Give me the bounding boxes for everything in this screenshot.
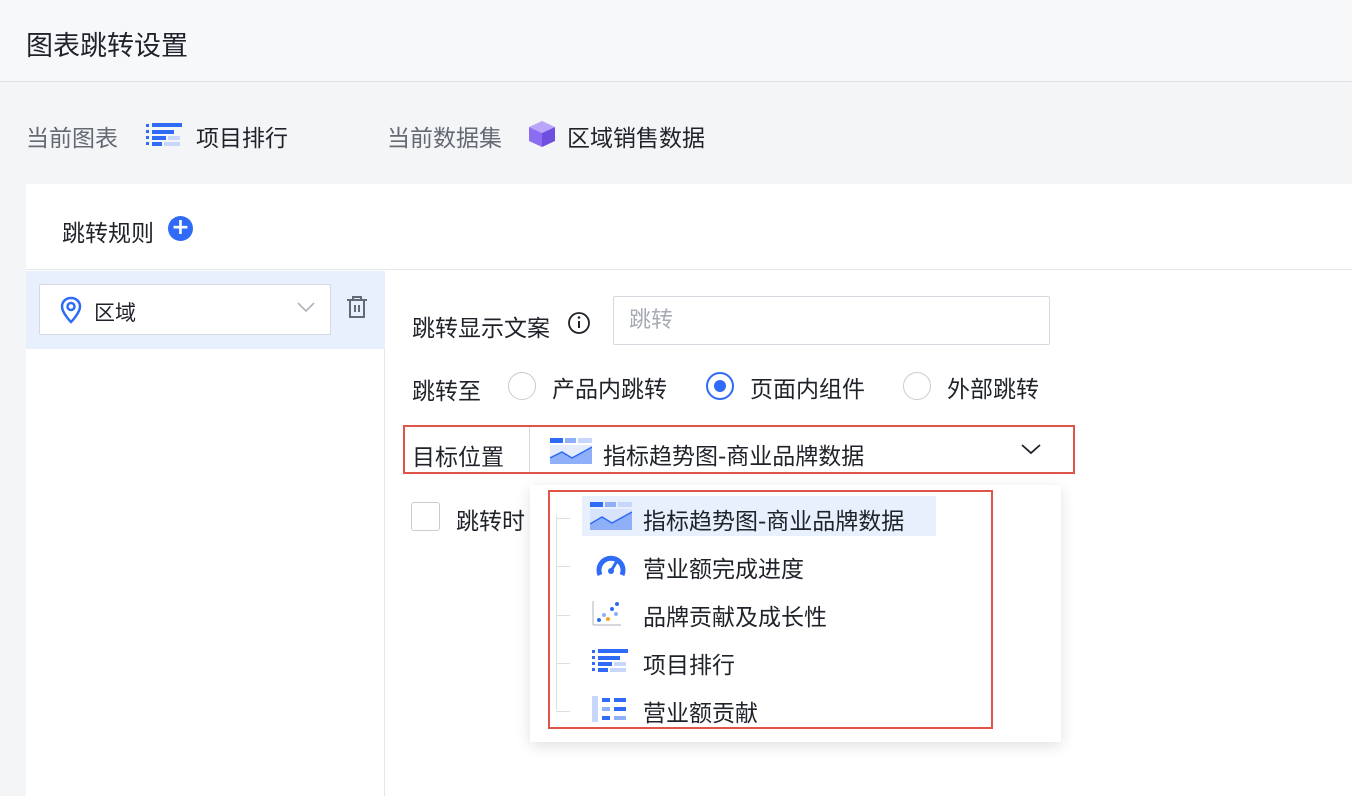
field-select-value: 区域 — [94, 301, 136, 325]
rules-panel: 跳转规则 + 区域 跳转显示文案 跳转 跳转至 产品内跳转 页面内组件 外部跳转… — [26, 184, 1352, 796]
location-pin-icon — [60, 296, 82, 324]
target-row-highlight — [403, 425, 1075, 474]
radio-in-page[interactable] — [706, 372, 734, 400]
current-dataset-label: 当前数据集 — [387, 126, 502, 152]
radio-label-in-page: 页面内组件 — [750, 377, 865, 403]
radio-in-product[interactable] — [508, 372, 536, 400]
radio-external[interactable] — [903, 372, 931, 400]
rules-title: 跳转规则 — [62, 221, 154, 247]
dropdown-highlight — [548, 490, 993, 729]
jump-checkbox[interactable] — [411, 502, 440, 531]
page-title: 图表跳转设置 — [26, 31, 188, 62]
radio-label-external: 外部跳转 — [947, 377, 1039, 403]
dataset-cube-icon — [529, 121, 555, 147]
chevron-down-icon — [297, 302, 315, 313]
bar-list-icon — [146, 123, 182, 146]
field-select[interactable]: 区域 — [39, 284, 331, 335]
display-text-input[interactable] — [613, 296, 1050, 345]
radio-label-in-product: 产品内跳转 — [552, 377, 667, 403]
rules-list: 区域 — [26, 271, 385, 796]
display-text-label: 跳转显示文案 — [412, 316, 550, 342]
rule-item[interactable]: 区域 — [26, 271, 385, 349]
jump-to-label: 跳转至 — [412, 379, 481, 405]
info-bar: 当前图表 项目排行 当前数据集 区域销售数据 — [0, 83, 1352, 183]
info-icon[interactable] — [567, 311, 591, 335]
trash-icon[interactable] — [346, 295, 368, 319]
add-rule-button[interactable]: + — [168, 216, 193, 241]
checkbox-label: 跳转时 — [456, 509, 525, 535]
current-dataset-name: 区域销售数据 — [567, 126, 705, 152]
current-chart-label: 当前图表 — [26, 126, 118, 152]
page-header: 图表跳转设置 — [0, 0, 1352, 82]
rules-header: 跳转规则 + — [26, 184, 1352, 270]
current-chart-name: 项目排行 — [196, 126, 288, 152]
